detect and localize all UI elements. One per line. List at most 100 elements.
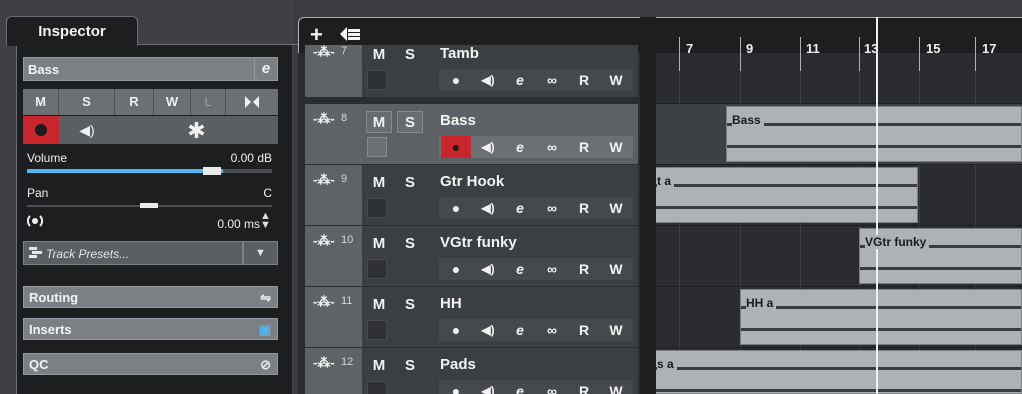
edit-button[interactable]: e: [505, 197, 535, 219]
record-enable-button[interactable]: ●: [441, 380, 471, 394]
track-mute-button[interactable]: M: [366, 45, 392, 66]
inspector-write-button[interactable]: W: [154, 89, 191, 115]
section-qc[interactable]: QC ⊘: [23, 353, 278, 375]
track-color-box[interactable]: [367, 320, 387, 340]
link-icon[interactable]: ∞: [537, 197, 567, 219]
monitor-icon[interactable]: ◀): [473, 69, 503, 91]
inspector-monitor-button[interactable]: ◀): [59, 116, 115, 144]
read-button[interactable]: R: [569, 69, 599, 91]
link-icon[interactable]: ∞: [537, 319, 567, 341]
track-delay-spinner-icon[interactable]: ▲ ▼: [260, 211, 271, 231]
write-button[interactable]: W: [601, 258, 631, 280]
monitor-icon[interactable]: ◀): [473, 197, 503, 219]
read-button[interactable]: R: [569, 258, 599, 280]
track-row[interactable]: -⁂- 9 M S Gtr Hook ● ◀) e ∞ R W: [305, 165, 638, 225]
edit-button[interactable]: e: [505, 258, 535, 280]
track-row[interactable]: -⁂- 8 M S Bass ● ◀) e ∞ R W: [305, 104, 638, 164]
edit-button[interactable]: e: [505, 380, 535, 394]
read-button[interactable]: R: [569, 380, 599, 394]
monitor-icon[interactable]: ◀): [473, 319, 503, 341]
edit-button[interactable]: e: [505, 136, 535, 158]
track-solo-button[interactable]: S: [397, 172, 423, 194]
track-color-box[interactable]: [367, 198, 387, 218]
read-button[interactable]: R: [569, 197, 599, 219]
track-row[interactable]: -⁂- 11 M S HH ● ◀) e ∞ R W: [305, 287, 638, 347]
track-presets-field[interactable]: Track Presets...: [23, 241, 243, 265]
audio-event[interactable]: t a: [656, 167, 918, 223]
pan-value[interactable]: C: [212, 186, 272, 200]
track-row[interactable]: -⁂- 10 M S VGtr funky ● ◀) e ∞ R W: [305, 226, 638, 286]
pan-slider-handle[interactable]: [140, 203, 158, 208]
link-icon[interactable]: ∞: [537, 69, 567, 91]
ruler[interactable]: 7 9 11 13 15 17: [656, 17, 1022, 71]
track-mute-button[interactable]: M: [366, 355, 392, 377]
edit-channel-settings-button[interactable]: e: [254, 57, 278, 81]
track-mute-button[interactable]: M: [366, 233, 392, 255]
track-mute-button[interactable]: M: [366, 111, 392, 133]
track-name[interactable]: VGtr funky: [440, 234, 517, 251]
write-button[interactable]: W: [601, 197, 631, 219]
edit-button[interactable]: e: [505, 69, 535, 91]
write-button[interactable]: W: [601, 380, 631, 394]
inspector-solo-button[interactable]: S: [59, 89, 115, 115]
track-name-field[interactable]: Bass: [23, 57, 255, 81]
track-mute-button[interactable]: M: [366, 294, 392, 316]
track-color-box[interactable]: [367, 70, 387, 90]
inspector-lock-button[interactable]: L: [191, 89, 226, 115]
link-icon[interactable]: ∞: [537, 380, 567, 394]
section-inserts[interactable]: Inserts ▣: [23, 318, 278, 340]
track-row[interactable]: -⁂- 7 M S Tamb ● ◀) e ∞ R W: [305, 45, 638, 97]
lane-separator: [656, 103, 1022, 104]
link-icon[interactable]: ∞: [537, 136, 567, 158]
write-button[interactable]: W: [601, 69, 631, 91]
track-solo-button[interactable]: S: [397, 355, 423, 377]
record-enable-button[interactable]: ●: [441, 69, 471, 91]
track-color-box[interactable]: [367, 381, 387, 394]
section-routing[interactable]: Routing ⇋: [23, 286, 278, 308]
audio-event[interactable]: Bass: [726, 106, 1022, 162]
audio-event[interactable]: s a: [656, 350, 1022, 394]
record-enable-button[interactable]: ●: [441, 197, 471, 219]
track-solo-button[interactable]: S: [397, 45, 423, 66]
track-mute-button[interactable]: M: [366, 172, 392, 194]
track-solo-button[interactable]: S: [397, 233, 423, 255]
track-name[interactable]: Bass: [440, 112, 476, 129]
audio-event[interactable]: HH a: [740, 289, 1022, 345]
record-enable-button[interactable]: ●: [441, 319, 471, 341]
inspector-tab[interactable]: Inspector: [6, 16, 138, 46]
record-enable-button[interactable]: ●: [441, 136, 471, 158]
read-button[interactable]: R: [569, 136, 599, 158]
inspector-record-enable-button[interactable]: [23, 116, 59, 144]
link-icon[interactable]: ∞: [537, 258, 567, 280]
track-delay-value[interactable]: 0.00 ms: [190, 217, 260, 231]
track-name[interactable]: Tamb: [440, 45, 479, 62]
monitor-icon[interactable]: ◀): [473, 258, 503, 280]
track-presets-browse-button[interactable]: [340, 26, 364, 46]
track-list-divider[interactable]: [640, 17, 656, 394]
track-name[interactable]: Gtr Hook: [440, 173, 504, 190]
track-name[interactable]: Pads: [440, 356, 476, 373]
write-button[interactable]: W: [601, 136, 631, 158]
inspector-mute-button[interactable]: M: [23, 89, 59, 115]
audio-event[interactable]: VGtr funky: [859, 228, 1022, 284]
monitor-icon[interactable]: ◀): [473, 136, 503, 158]
record-enable-button[interactable]: ●: [441, 258, 471, 280]
inspector-freeze-button[interactable]: [226, 89, 278, 115]
volume-slider-handle[interactable]: [203, 167, 221, 175]
write-button[interactable]: W: [601, 319, 631, 341]
track-color-box[interactable]: [367, 259, 387, 279]
track-color-box[interactable]: [367, 137, 387, 157]
project-cursor[interactable]: [876, 17, 878, 394]
track-solo-button[interactable]: S: [397, 111, 423, 133]
track-solo-button[interactable]: S: [397, 294, 423, 316]
edit-button[interactable]: e: [505, 319, 535, 341]
inspector-freeze-settings-button[interactable]: ✱: [115, 116, 278, 144]
track-presets-dropdown[interactable]: ▼: [243, 241, 278, 265]
track-name[interactable]: HH: [440, 295, 462, 312]
volume-value[interactable]: 0.00 dB: [212, 151, 272, 165]
monitor-icon[interactable]: ◀): [473, 380, 503, 394]
inspector-read-button[interactable]: R: [115, 89, 154, 115]
track-row[interactable]: -⁂- 12 M S Pads ● ◀) e ∞ R W: [305, 348, 638, 394]
read-button[interactable]: R: [569, 319, 599, 341]
add-track-button[interactable]: +: [310, 24, 323, 46]
